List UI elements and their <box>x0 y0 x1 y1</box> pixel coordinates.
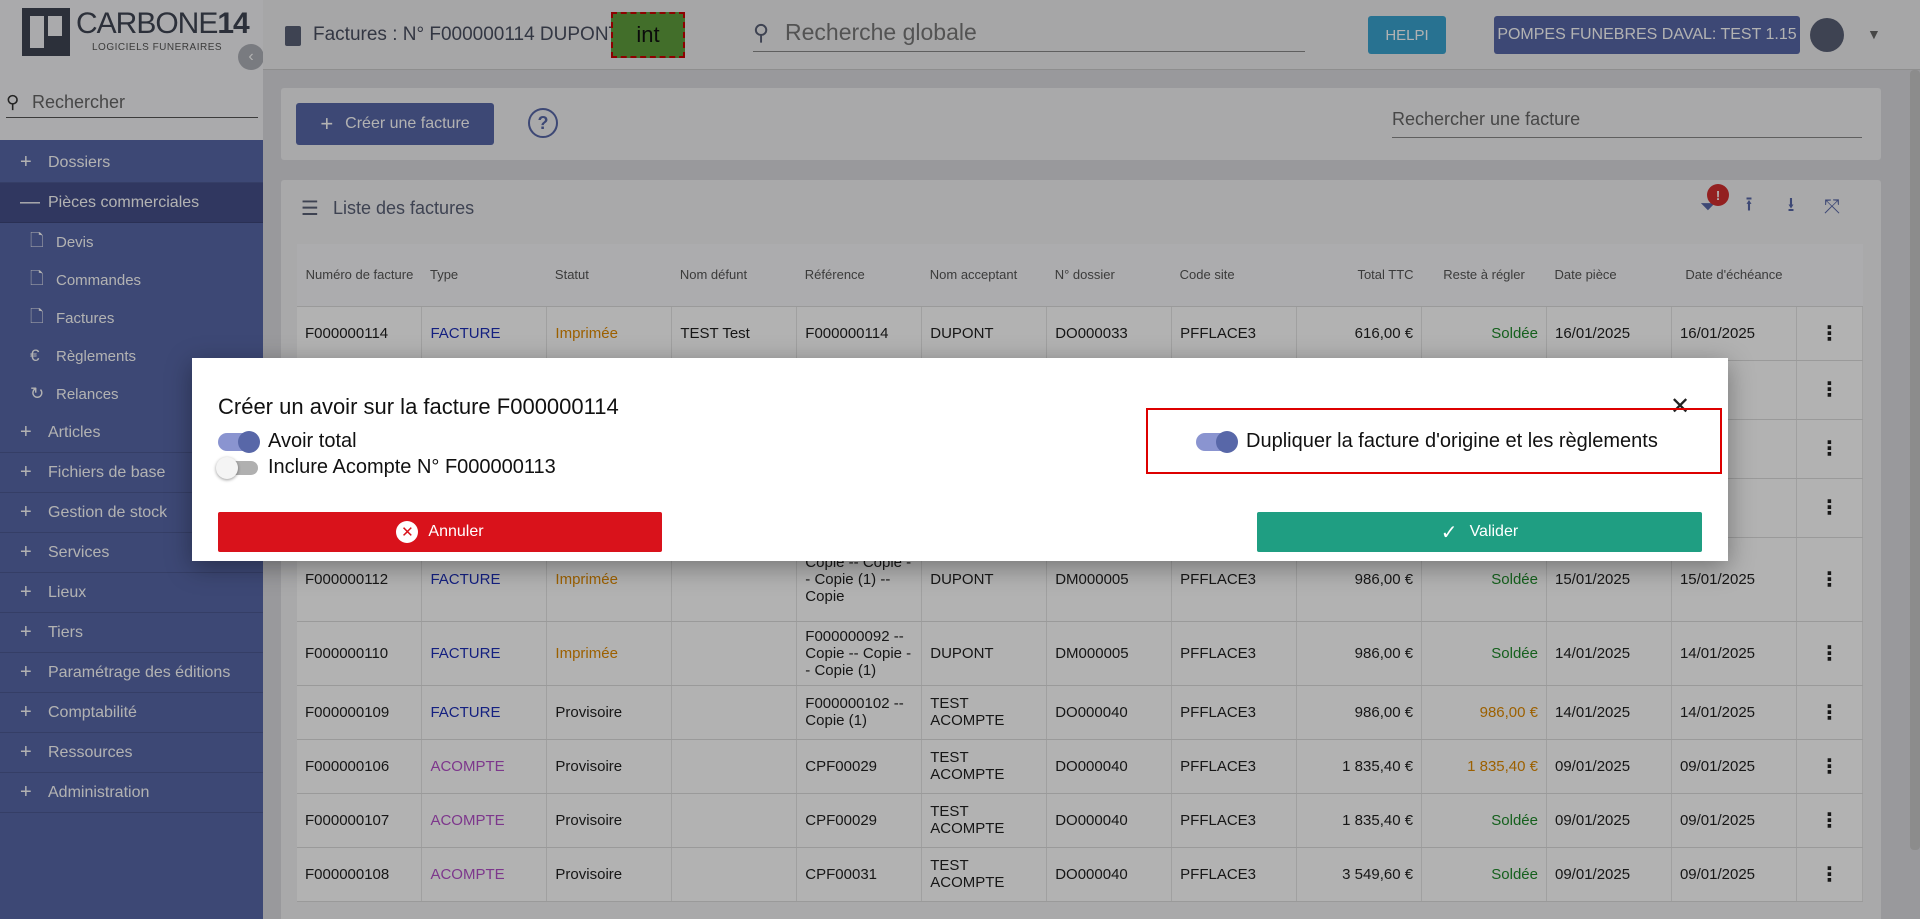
dupliquer-label: Dupliquer la facture d'origine et les rè… <box>1246 430 1658 452</box>
credit-note-dialog: Créer un avoir sur la facture F000000114… <box>192 358 1728 561</box>
inclure-acompte-toggle[interactable] <box>216 456 258 479</box>
avoir-total-label: Avoir total <box>268 430 357 452</box>
dupliquer-option: Dupliquer la facture d'origine et les rè… <box>1196 430 1658 453</box>
check-icon: ✓ <box>1440 521 1458 544</box>
cancel-circle-icon: ✕ <box>396 521 419 543</box>
avoir-total-option: Avoir total <box>218 430 357 453</box>
validate-button[interactable]: ✓ Valider <box>1257 512 1702 552</box>
dialog-title: Créer un avoir sur la facture F000000114 <box>218 394 619 419</box>
inclure-acompte-label: Inclure Acompte N° F000000113 <box>268 456 556 478</box>
avoir-total-toggle[interactable] <box>218 430 260 453</box>
cancel-button[interactable]: ✕ Annuler <box>218 512 662 552</box>
inclure-acompte-option: Inclure Acompte N° F000000113 <box>216 456 556 479</box>
dupliquer-toggle[interactable] <box>1196 430 1238 453</box>
